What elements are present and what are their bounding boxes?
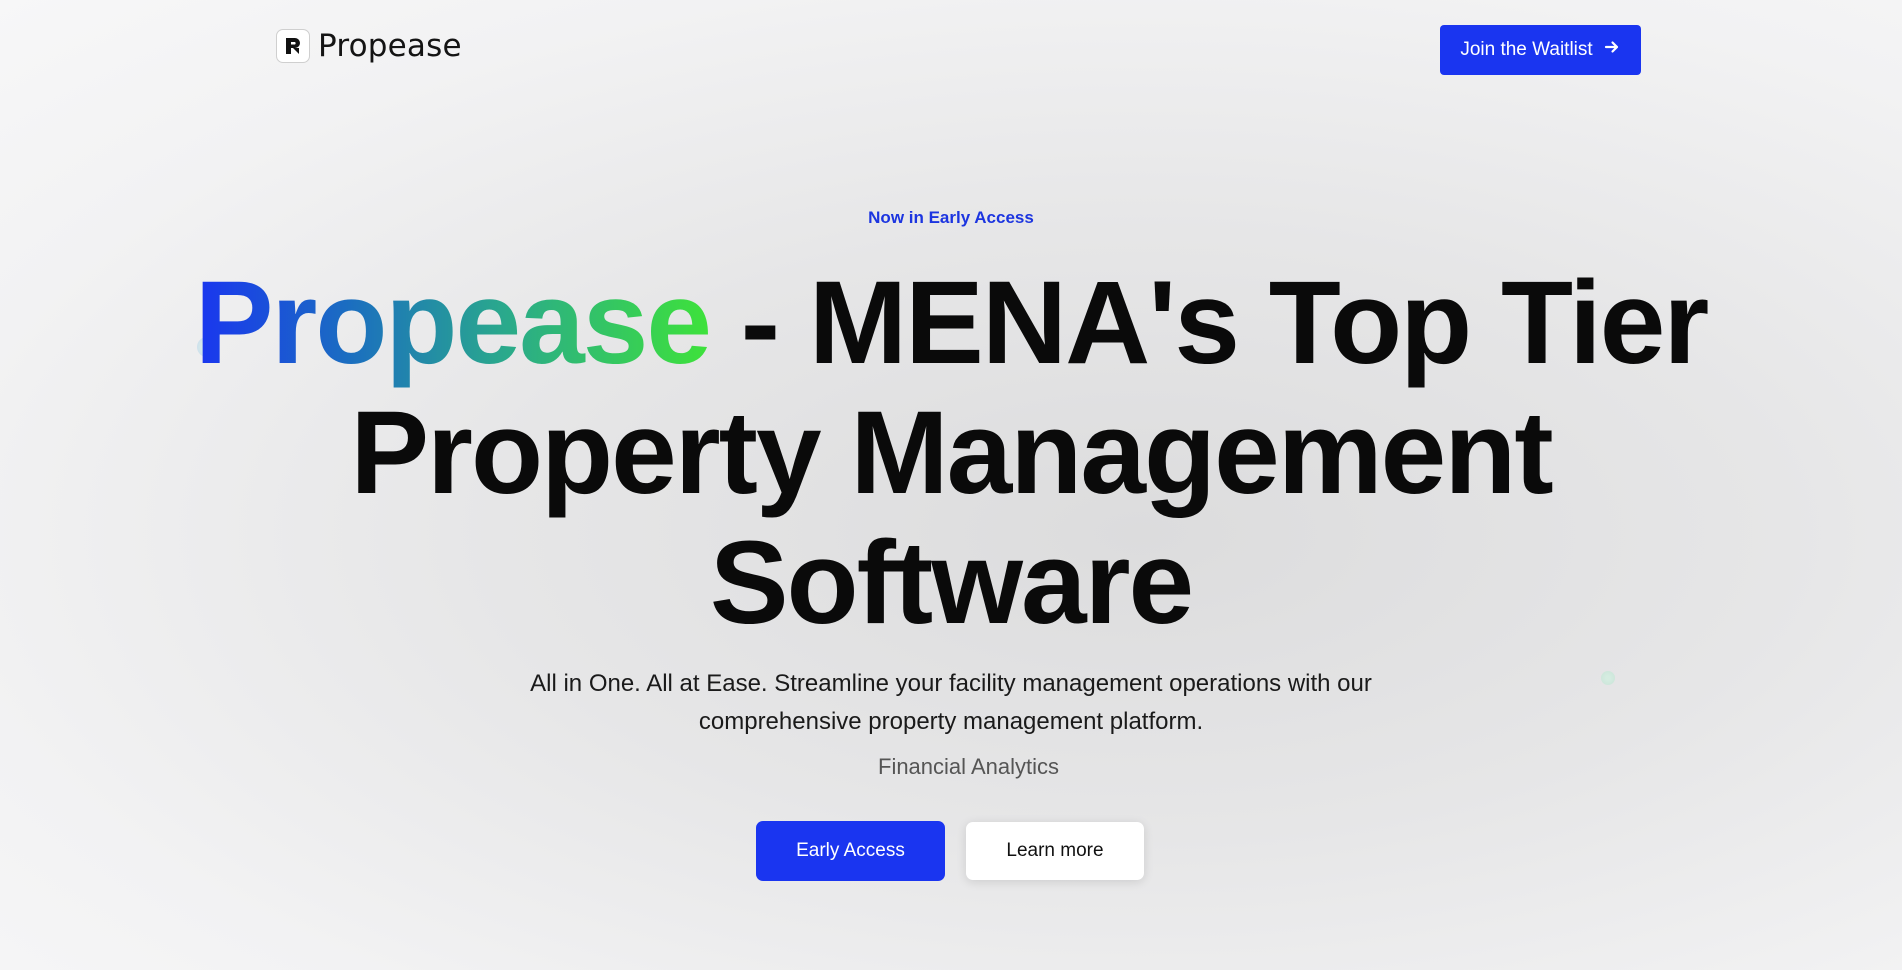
logo-mark-icon [276,29,310,63]
hero-title-line2: Property Management [350,387,1553,519]
rotating-feature-text: Financial Analytics [878,754,1059,779]
early-access-tag: Now in Early Access [868,208,1034,227]
logo-text: Propease [318,28,462,64]
hero-title: Propease - MENA's Top Tier Property Mana… [0,258,1902,648]
join-waitlist-label: Join the Waitlist [1460,39,1593,60]
join-waitlist-button[interactable]: Join the Waitlist [1440,25,1641,75]
early-access-button[interactable]: Early Access [756,821,945,881]
hero-title-line1: - MENA's Top Tier [709,257,1710,389]
logo[interactable]: Propease [272,22,472,72]
hero-title-brand: Propease [194,257,712,389]
hero-subtitle: All in One. All at Ease. Streamline your… [0,665,1902,741]
site-header: Propease Join the Waitlist [0,0,1902,100]
hero-subtitle-line2: comprehensive property management platfo… [698,708,1204,735]
hero-title-line3: Software [709,517,1194,649]
hero-subtitle-line1: All in One. All at Ease. Streamline your… [530,670,1372,697]
arrow-right-icon [1603,38,1621,62]
learn-more-button[interactable]: Learn more [966,822,1144,880]
